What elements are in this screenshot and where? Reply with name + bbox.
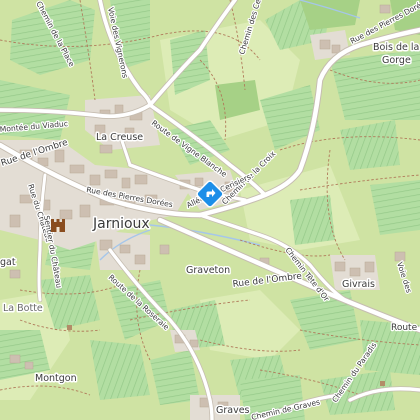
map-viewport[interactable]: Jarnioux La Creuse Graveton Givrais Bois… bbox=[0, 0, 420, 420]
place-label-la-botte[interactable]: La Botte bbox=[2, 302, 45, 316]
place-label-givrais[interactable]: Givrais bbox=[341, 278, 377, 292]
place-label-gorge[interactable]: Gorge bbox=[381, 54, 413, 68]
castle-icon[interactable] bbox=[51, 219, 65, 232]
small-square-marker-icon bbox=[67, 325, 72, 330]
place-label-montgon[interactable]: Montgon bbox=[34, 372, 79, 386]
place-label-graveton[interactable]: Graveton bbox=[185, 264, 232, 278]
place-label-bois-de-la[interactable]: Bois de la bbox=[372, 41, 420, 55]
map-canvas[interactable]: Jarnioux La Creuse Graveton Givrais Bois… bbox=[0, 0, 420, 420]
road-label-route-right: Route c bbox=[391, 323, 420, 333]
place-label-graves[interactable]: Graves bbox=[215, 404, 252, 418]
small-square-marker-icon bbox=[380, 381, 385, 386]
place-label-la-creuse[interactable]: La Creuse bbox=[95, 131, 145, 145]
place-label-gat[interactable]: gat bbox=[0, 256, 17, 270]
place-label-jarnioux[interactable]: Jarnioux bbox=[91, 215, 152, 234]
